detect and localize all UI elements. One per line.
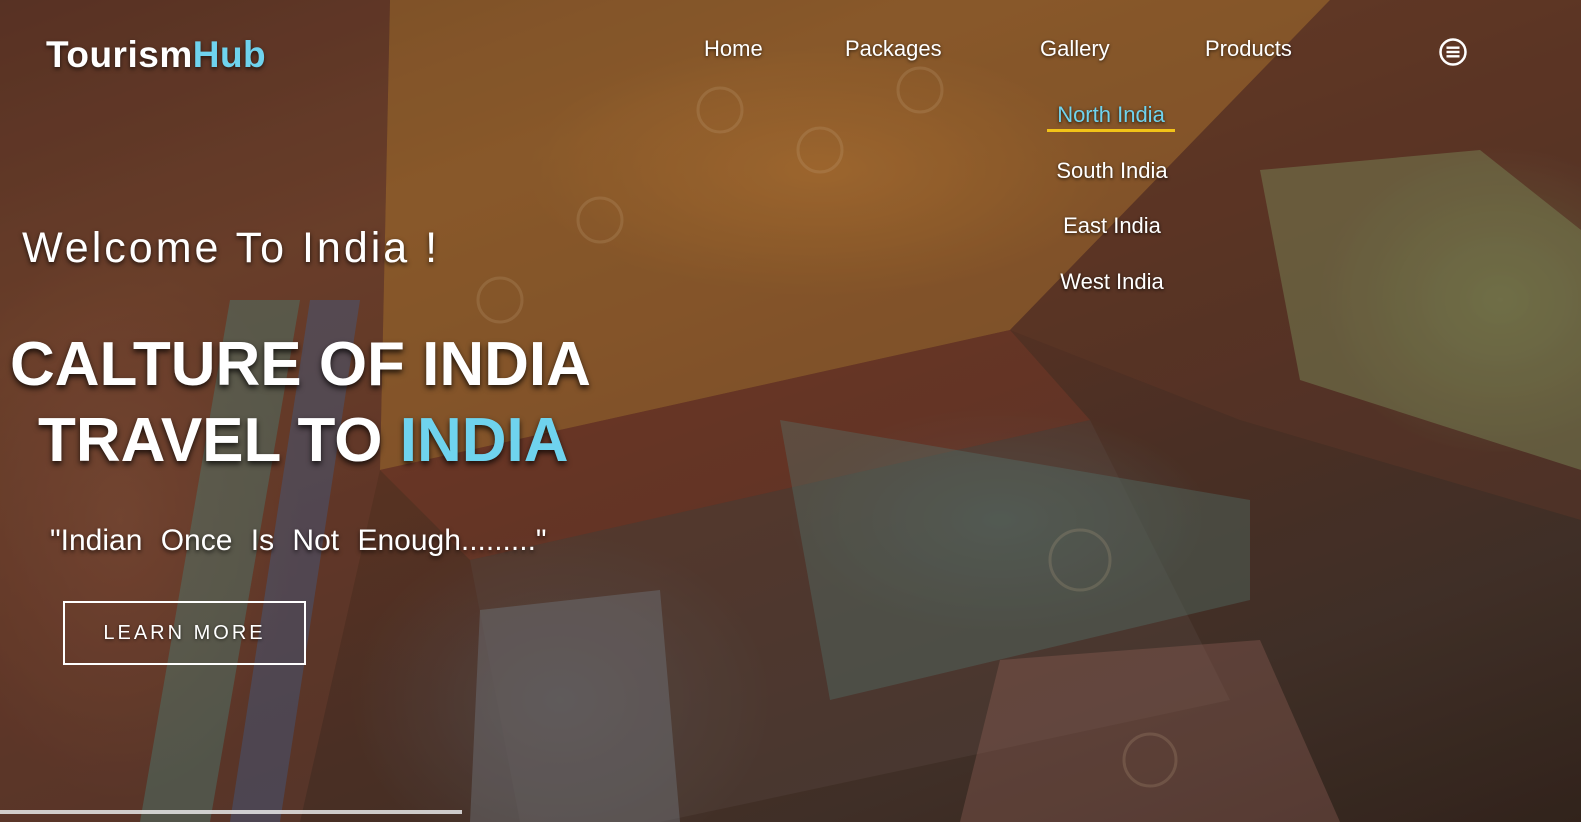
hero-headline-line1: CALTURE OF INDIA — [10, 330, 591, 399]
logo-text-main: Tourism — [46, 34, 193, 75]
headline-line2-prefix: TRAVEL TO — [38, 406, 400, 475]
nav-products-link[interactable]: Products — [1205, 36, 1292, 62]
hero-quote: "Indian Once Is Not Enough........." — [50, 524, 547, 557]
horizontal-scrollbar[interactable] — [0, 810, 462, 814]
hamburger-circle-icon[interactable] — [1439, 38, 1467, 66]
hero-headline-line2: TRAVEL TO INDIA — [38, 410, 569, 472]
page: TourismHub Home Packages Gallery Product… — [0, 0, 1581, 822]
dropdown-item-south-india[interactable]: South India — [1042, 158, 1182, 184]
nav-packages-link[interactable]: Packages — [845, 36, 942, 62]
logo-text-accent: Hub — [192, 34, 267, 75]
site-logo[interactable]: TourismHub — [46, 34, 266, 76]
headline-line2-accent: INDIA — [399, 406, 569, 475]
nav-gallery-link[interactable]: Gallery — [1040, 36, 1110, 62]
nav-home-link[interactable]: Home — [704, 36, 763, 62]
active-item-underline — [1047, 129, 1175, 132]
learn-more-button[interactable]: LEARN MORE — [63, 601, 306, 665]
dropdown-item-east-india[interactable]: East India — [1042, 213, 1182, 239]
dropdown-item-west-india[interactable]: West India — [1042, 269, 1182, 295]
dropdown-item-north-india[interactable]: North India — [1041, 102, 1181, 128]
welcome-heading: Welcome To India ! — [22, 224, 441, 272]
